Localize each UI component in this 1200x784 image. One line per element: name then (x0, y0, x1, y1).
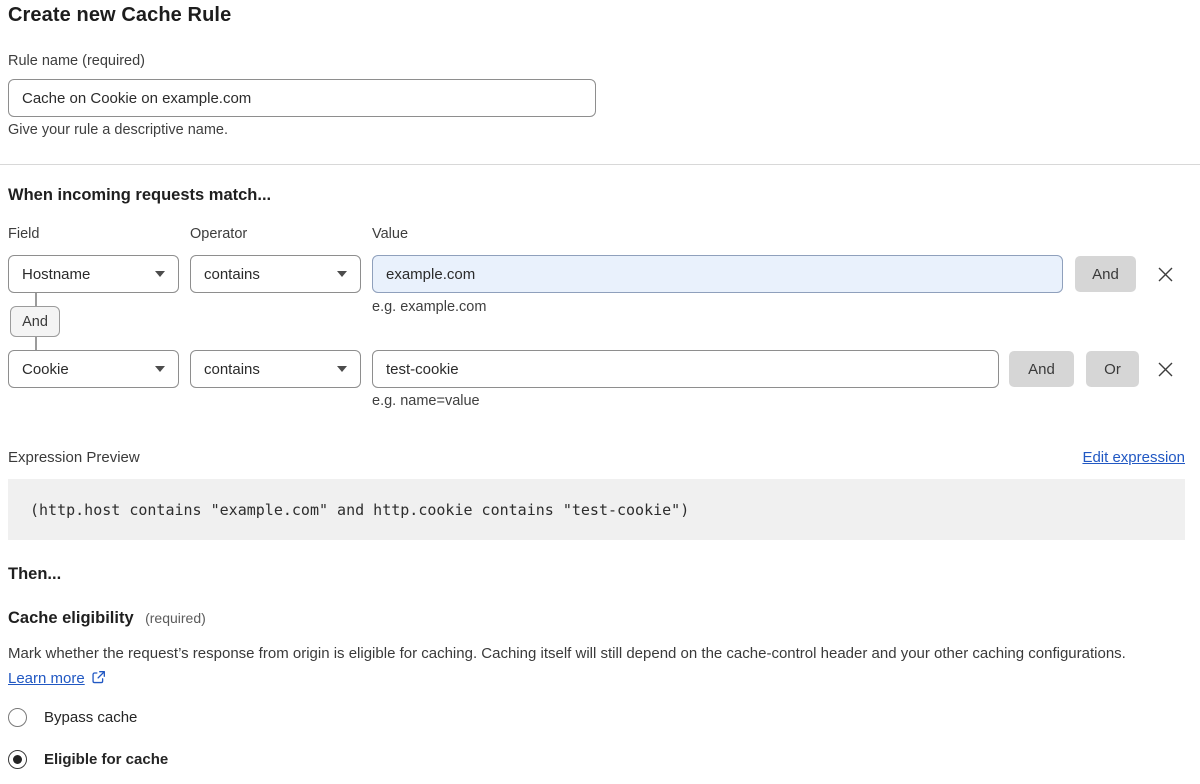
radio-option-eligible-for-cache[interactable]: Eligible for cache (8, 750, 168, 769)
value-input-row1[interactable] (372, 255, 1063, 293)
radio-label: Bypass cache (44, 709, 137, 726)
connector-and-button[interactable]: And (10, 306, 60, 337)
cache-eligibility-heading-row: Cache eligibility (required) (8, 609, 206, 628)
cache-eligibility-label: Cache eligibility (8, 609, 134, 627)
and-button-row2[interactable]: And (1009, 351, 1074, 387)
value-column-label: Value (372, 226, 408, 242)
operator-column-label: Operator (190, 226, 247, 242)
rule-name-label: Rule name (required) (8, 53, 145, 69)
page-title: Create new Cache Rule (8, 4, 231, 27)
operator-select-row2[interactable]: contains (190, 350, 361, 388)
rule-name-input[interactable] (8, 79, 596, 117)
close-icon (1157, 361, 1174, 378)
radio-option-bypass-cache[interactable]: Bypass cache (8, 708, 137, 727)
radio-icon[interactable] (8, 708, 27, 727)
operator-select-row1[interactable]: contains (190, 255, 361, 293)
chevron-down-icon (337, 271, 347, 277)
chevron-down-icon (155, 366, 165, 372)
then-heading: Then... (8, 565, 61, 584)
chevron-down-icon (337, 366, 347, 372)
required-note: (required) (145, 610, 206, 626)
connector-line-top (35, 293, 37, 307)
expression-preview-label: Expression Preview (8, 449, 140, 466)
remove-condition-row1-button[interactable] (1150, 256, 1180, 292)
field-select-row2[interactable]: Cookie (8, 350, 179, 388)
field-select-row1-value: Hostname (22, 266, 90, 283)
description-text: Mark whether the request’s response from… (8, 645, 1126, 662)
or-button-row2[interactable]: Or (1086, 351, 1139, 387)
operator-select-row2-value: contains (204, 361, 260, 378)
learn-more-link[interactable]: Learn more (8, 670, 85, 687)
match-heading: When incoming requests match... (8, 186, 271, 205)
and-button-row1[interactable]: And (1075, 256, 1136, 292)
value-input-row2[interactable] (372, 350, 999, 388)
remove-condition-row2-button[interactable] (1150, 351, 1180, 387)
edit-expression-link[interactable]: Edit expression (1082, 449, 1185, 466)
expression-code-block: (http.host contains "example.com" and ht… (8, 479, 1185, 540)
rule-name-helper: Give your rule a descriptive name. (8, 122, 228, 138)
chevron-down-icon (155, 271, 165, 277)
close-icon (1157, 266, 1174, 283)
field-select-row2-value: Cookie (22, 361, 69, 378)
connector-line-bottom (35, 337, 37, 351)
cache-eligibility-description: Mark whether the request’s response from… (8, 641, 1156, 691)
value-hint-row1: e.g. example.com (372, 299, 486, 315)
value-hint-row2: e.g. name=value (372, 393, 480, 409)
radio-label: Eligible for cache (44, 751, 168, 768)
section-divider (0, 164, 1200, 165)
operator-select-row1-value: contains (204, 266, 260, 283)
radio-icon-selected[interactable] (8, 750, 27, 769)
expression-code: (http.host contains "example.com" and ht… (30, 501, 689, 519)
field-column-label: Field (8, 226, 39, 242)
field-select-row1[interactable]: Hostname (8, 255, 179, 293)
external-link-icon (91, 670, 106, 685)
